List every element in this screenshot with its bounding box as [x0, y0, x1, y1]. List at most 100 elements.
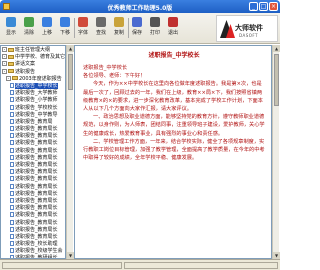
toolbar-icon [24, 17, 34, 27]
maximize-button[interactable]: □ [259, 2, 268, 11]
document-icon [10, 111, 14, 117]
toolbar-button-5[interactable]: 查找 [94, 16, 108, 40]
tree-item-label: 述职报告 [15, 68, 36, 75]
toolbar-button-label: 复制 [113, 30, 124, 36]
tree-item-label: 述职报告_教育局长 [15, 233, 58, 240]
toolbar-button-6[interactable]: 复制 [112, 16, 126, 40]
toolbar-button-0[interactable]: 显示 [4, 16, 18, 40]
document-paragraph: 各位领导、老师：下午好！ [83, 73, 146, 80]
tree-item[interactable]: 述职报告_校长助理 [1, 240, 65, 247]
tree-item[interactable]: 述职报告_教育局长 [1, 183, 65, 190]
tree-item-label: 2003年度述职报告 [19, 75, 62, 82]
toolbar-icon [78, 17, 88, 27]
tree-item[interactable]: - 述职报告 [1, 68, 65, 75]
toolbar-button-9[interactable]: 退出 [166, 16, 180, 40]
tree-item[interactable]: - 2003年度述职报告 [1, 75, 65, 82]
tree-item[interactable]: 述职报告_教育局长 [1, 168, 65, 175]
tree-item-label: 述职报告_教育局长 [15, 183, 58, 190]
document-icon [10, 241, 14, 247]
tree-item-label: 班主任管理大纲 [15, 47, 51, 53]
tree-item[interactable]: 述职报告_教育局长 [1, 175, 65, 182]
document-icon [10, 197, 14, 203]
minimize-button[interactable]: _ [249, 2, 258, 11]
toolbar-button-label: 查找 [95, 30, 106, 36]
document-body: 述职报告_中学校长各位领导、老师：下午好！ 今天，作为××中学校长在这里向各位做年… [83, 64, 265, 162]
tree-item-label: 述职报告_教育局长 [15, 126, 58, 133]
tree-item[interactable]: - 班主任管理大纲 [1, 46, 65, 53]
scroll-up-icon[interactable]: ▲ [67, 45, 74, 52]
close-button[interactable]: × [269, 2, 278, 11]
folder-icon [8, 47, 14, 52]
document-icon [10, 140, 14, 146]
tree-item[interactable]: 述职报告_学校校长 [1, 104, 65, 111]
tree-item[interactable]: 述职报告_大学教师 [1, 89, 65, 96]
doc-scroll-down-icon[interactable]: ▼ [273, 252, 280, 259]
tree-item[interactable]: 述职报告_教育局长 [1, 211, 65, 218]
document-paragraph: 今天，作为××中学校长在这里向各位做年度述职报告。我是第×次，也是最后一次了，回… [83, 81, 263, 113]
folder-icon [8, 54, 14, 59]
tree-item[interactable]: 述职报告_教育局长 [1, 204, 65, 211]
tree-item[interactable]: 述职报告_教育局长 [1, 154, 65, 161]
toolbar-button-label: 显示 [5, 30, 16, 36]
tree-item[interactable]: 述职报告_教育局 [1, 118, 65, 125]
tree-item[interactable]: 述职报告_教育局长 [1, 139, 65, 146]
expander-icon[interactable]: - [6, 75, 11, 81]
expander-icon[interactable]: - [2, 47, 7, 52]
document-icon [10, 104, 14, 110]
expander-icon[interactable]: - [2, 68, 7, 74]
status-cell-main [2, 262, 122, 269]
document-view[interactable]: 述职报告_中学校长 述职报告_中学校长各位领导、老师：下午好！ 今天，作为××中学… [74, 45, 272, 259]
toolbar-separator [128, 18, 129, 38]
category-tree[interactable]: -班主任管理大纲-中学学校、德育及其它各类文-讲话文案-述职报告-2003年度述… [0, 45, 66, 259]
tree-item-label: 述职报告_教育局长 [15, 219, 58, 226]
document-icon [10, 219, 14, 225]
tree-item-label: 述职报告_教育局 [15, 118, 53, 125]
toolbar-button-7[interactable]: 保存 [130, 16, 144, 40]
expander-icon[interactable]: - [2, 54, 7, 60]
toolbar-button-2[interactable]: 上移 [40, 16, 54, 40]
tree-item[interactable]: 述职报告_小学教师 [1, 96, 65, 103]
tree-item[interactable]: 述职报告_教育局长 [1, 147, 65, 154]
tree-item[interactable]: 述职报告_教育局长 [1, 161, 65, 168]
tree-item-label: 讲话文案 [15, 61, 36, 68]
toolbar-button-1[interactable]: 清除 [22, 16, 36, 40]
document-icon [10, 90, 14, 96]
toolbar-button-4[interactable]: 字体 [76, 16, 90, 40]
doc-scroll-thumb[interactable] [274, 54, 279, 106]
tree-item[interactable]: 述职报告_教育局长 [1, 197, 65, 204]
tree-item[interactable]: 述职报告_中学教导 [1, 111, 65, 118]
document-paragraph: 一、政治思想及职业道德方面，能够坚持党的教育方针，遵守教师职业道德规范，以身作则… [83, 114, 265, 137]
toolbar-icon [168, 17, 178, 27]
expander-icon[interactable]: - [2, 61, 7, 67]
document-icon [10, 169, 14, 175]
tree-item[interactable]: - 讲话文案 [1, 60, 65, 67]
tree-item[interactable]: 述职报告_教育局长 [1, 226, 65, 233]
document-title: 述职报告_中学校长 [148, 52, 200, 59]
toolbar-button-8[interactable]: 打印 [148, 16, 162, 40]
toolbar-icon [132, 17, 142, 27]
document-icon [10, 147, 14, 153]
tree-scroll-thumb[interactable] [68, 54, 73, 90]
tree-item[interactable]: 述职报告_教育局长 [1, 132, 65, 139]
tree-item[interactable]: 述职报告_校级学生会 [1, 247, 65, 254]
document-scrollbar[interactable]: ▲ ▼ [272, 45, 280, 259]
toolbar-button-label: 退出 [167, 30, 178, 36]
tree-scrollbar[interactable]: ▲ ▼ [66, 45, 74, 259]
toolbar-icon [96, 17, 106, 27]
toolbar-button-3[interactable]: 下移 [58, 16, 72, 40]
document-icon [10, 190, 14, 196]
folder-icon [12, 76, 18, 81]
tree-item-label: 述职报告_教育局长 [15, 140, 58, 147]
tree-item[interactable]: 述职报告_教育局长 [1, 219, 65, 226]
tree-item-label: 述职报告_教育局长 [15, 190, 58, 197]
scroll-down-icon[interactable]: ▼ [67, 252, 74, 259]
tree-item[interactable]: - 中学学校、德育及其它各类文 [1, 53, 65, 60]
doc-scroll-up-icon[interactable]: ▲ [273, 45, 280, 52]
tree-item[interactable]: 述职报告_中学校长 [1, 82, 65, 89]
tree-item-label: 述职报告_教育局长 [15, 197, 58, 204]
document-paragraph: 述职报告_中学校长 [83, 65, 128, 71]
tree-item[interactable]: 述职报告_教育局长 [1, 190, 65, 197]
tree-item[interactable]: 述职报告_教育局长 [1, 233, 65, 240]
tree-item[interactable]: 述职报告_教育局长 [1, 125, 65, 132]
document-icon [10, 212, 14, 218]
